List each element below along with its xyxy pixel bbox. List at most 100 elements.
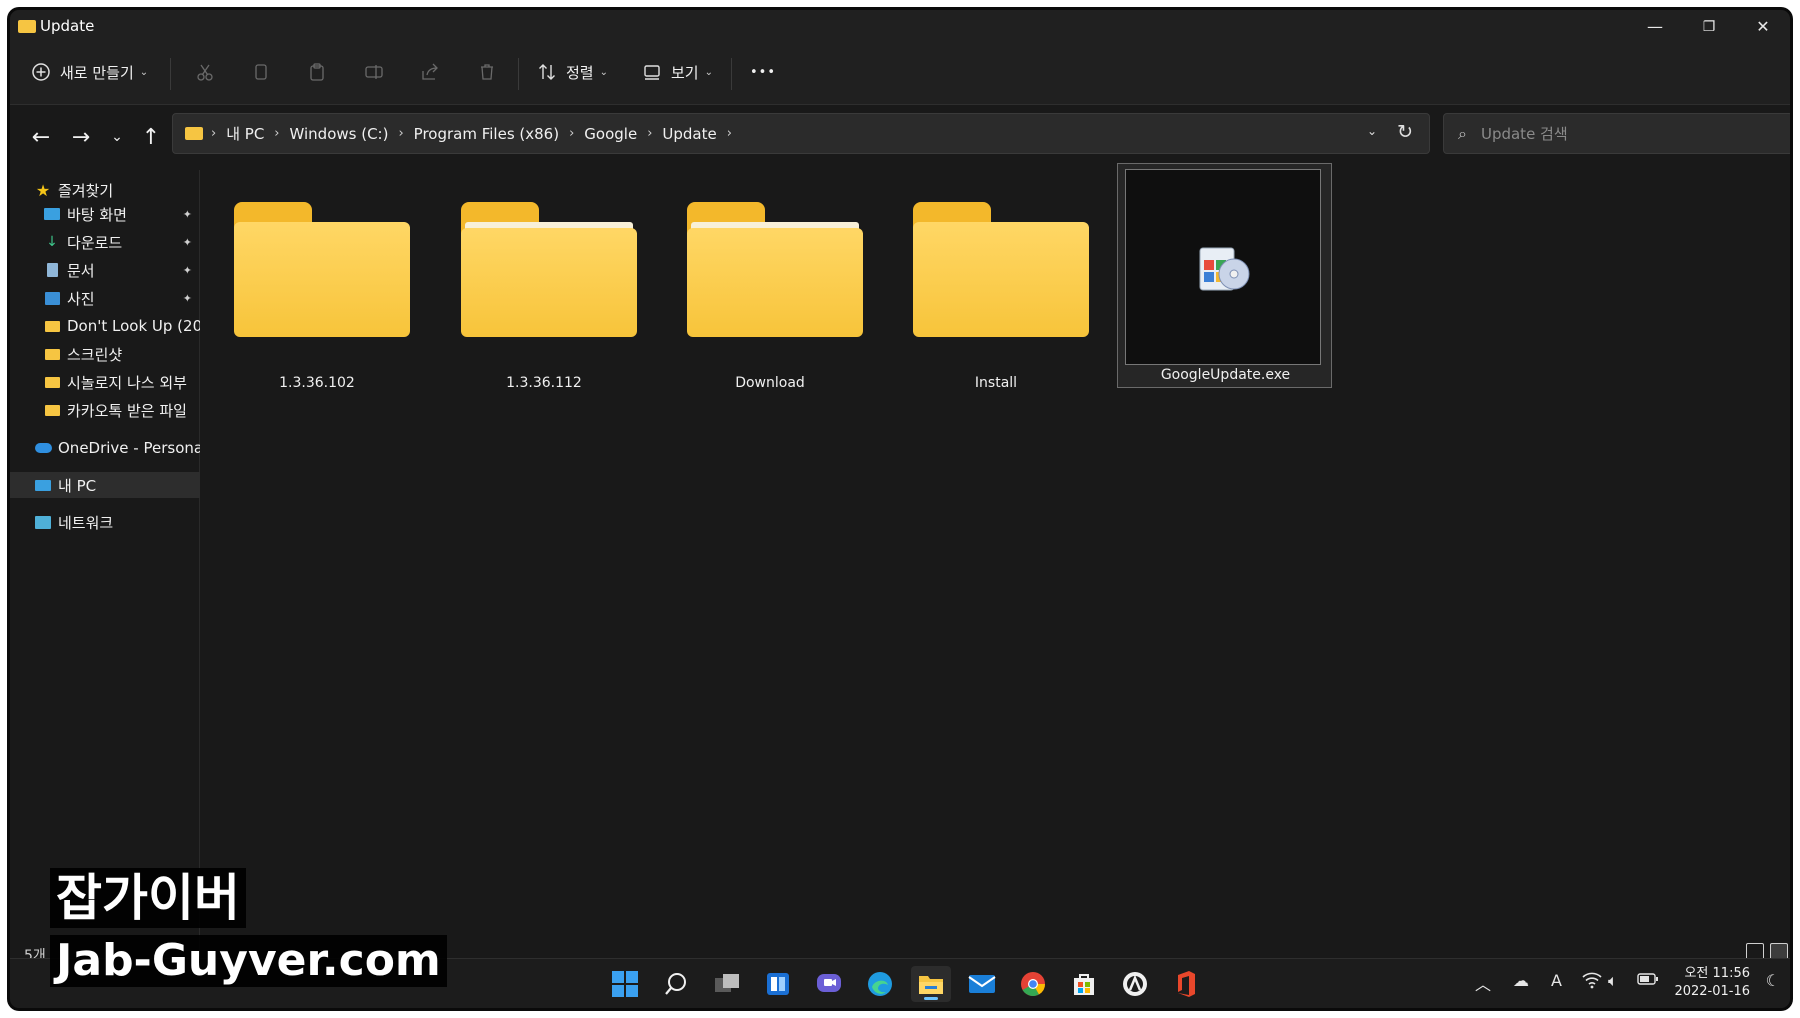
pin-icon[interactable]: ✦ bbox=[183, 236, 192, 249]
address-dropdown-icon[interactable]: ⌄ bbox=[1367, 124, 1377, 138]
sidebar-item-downloads[interactable]: ↓ 다운로드 ✦ bbox=[10, 229, 200, 255]
sidebar-item-label: OneDrive - Personal bbox=[58, 439, 200, 457]
share-icon bbox=[422, 63, 438, 80]
store-icon bbox=[1074, 974, 1094, 995]
breadcrumb-this-pc[interactable]: 내 PC bbox=[226, 123, 264, 144]
restore-button[interactable]: ❐ bbox=[1682, 14, 1736, 40]
sidebar-item-documents[interactable]: 문서 ✦ bbox=[10, 257, 200, 283]
minimize-button[interactable]: — bbox=[1628, 14, 1682, 40]
teams-chat-button[interactable] bbox=[809, 966, 849, 1002]
breadcrumb-google[interactable]: Google bbox=[584, 125, 637, 143]
active-indicator bbox=[924, 997, 938, 1000]
store-button[interactable] bbox=[1064, 966, 1104, 1002]
pin-icon[interactable]: ✦ bbox=[183, 292, 192, 305]
ime-indicator[interactable]: A bbox=[1551, 971, 1562, 990]
more-options-button[interactable]: ••• bbox=[750, 53, 776, 91]
file-explorer-taskbar-button[interactable] bbox=[911, 966, 951, 1002]
battery-icon[interactable] bbox=[1637, 971, 1659, 990]
address-bar[interactable]: › 내 PC › Windows (C:) › Program Files (x… bbox=[172, 113, 1430, 154]
search-box[interactable]: ⌕ Update 검색 bbox=[1443, 113, 1790, 154]
chevron-right-icon[interactable]: › bbox=[569, 126, 574, 141]
chrome-button[interactable] bbox=[1013, 966, 1053, 1002]
sidebar-item-label: 시놀로지 나스 외부 bbox=[67, 373, 187, 392]
file-explorer-window: Update — ❐ ✕ 새로 만들기 ⌄ 정렬 ⌄ 보기 ⌄ ••• ← → … bbox=[10, 10, 1790, 1008]
chevron-right-icon[interactable]: › bbox=[398, 126, 403, 141]
chevron-right-icon[interactable]: › bbox=[274, 126, 279, 141]
widgets-icon bbox=[767, 973, 789, 995]
focus-assist-icon[interactable]: ☾ bbox=[1766, 971, 1780, 990]
wifi-icon[interactable] bbox=[1582, 971, 1602, 993]
pin-icon[interactable]: ✦ bbox=[183, 264, 192, 277]
view-button[interactable]: 보기 ⌄ bbox=[641, 53, 713, 91]
sidebar-quick-access[interactable]: ★ 즐겨찾기 bbox=[10, 177, 200, 203]
delete-button[interactable] bbox=[473, 58, 501, 86]
sidebar-item-network[interactable]: 네트워크 bbox=[10, 509, 200, 535]
sidebar-item-label: 즐겨찾기 bbox=[58, 181, 114, 200]
desktop-icon bbox=[43, 206, 61, 222]
chevron-right-icon[interactable]: › bbox=[727, 126, 732, 141]
rename-button[interactable] bbox=[360, 58, 388, 86]
sidebar-item-desktop[interactable]: 바탕 화면 ✦ bbox=[10, 201, 200, 227]
file-item-folder-1.3.36.102[interactable]: 1.3.36.102 bbox=[212, 170, 422, 395]
file-item-folder-1.3.36.112[interactable]: 1.3.36.112 bbox=[439, 170, 649, 395]
window-frame: Update — ❐ ✕ 새로 만들기 ⌄ 정렬 ⌄ 보기 ⌄ ••• ← → … bbox=[7, 7, 1793, 1011]
mail-icon bbox=[968, 975, 996, 993]
forward-button[interactable]: → bbox=[66, 122, 96, 152]
sidebar-item-dont-look-up[interactable]: Don't Look Up (20 bbox=[10, 313, 200, 339]
widgets-button[interactable] bbox=[758, 966, 798, 1002]
cut-button[interactable] bbox=[191, 58, 219, 86]
start-button[interactable] bbox=[605, 966, 645, 1002]
sidebar-item-synology[interactable]: 시놀로지 나스 외부 bbox=[10, 369, 200, 395]
breadcrumb-program-files[interactable]: Program Files (x86) bbox=[414, 125, 559, 143]
clipboard-icon bbox=[310, 63, 324, 81]
volume-icon[interactable]: 🔈︎ bbox=[1608, 971, 1618, 991]
watermark-url: Jab-Guyver.com bbox=[50, 935, 447, 987]
chevron-right-icon: › bbox=[211, 126, 217, 141]
file-item-folder-download[interactable]: Download bbox=[665, 170, 875, 395]
edge-icon bbox=[868, 972, 892, 996]
breadcrumb-update[interactable]: Update bbox=[662, 125, 716, 143]
file-item-googleupdate-exe[interactable]: GoogleUpdate.exe bbox=[1117, 163, 1332, 388]
close-button[interactable]: ✕ bbox=[1736, 14, 1790, 40]
up-button[interactable]: ↑ bbox=[136, 122, 166, 152]
task-view-button[interactable] bbox=[707, 966, 747, 1002]
breadcrumb-windows-c[interactable]: Windows (C:) bbox=[290, 125, 389, 143]
chat-icon bbox=[817, 974, 841, 992]
copy-button[interactable] bbox=[247, 58, 275, 86]
paste-button[interactable] bbox=[303, 58, 331, 86]
sidebar-item-this-pc[interactable]: 내 PC bbox=[10, 472, 200, 498]
search-taskbar-button[interactable] bbox=[656, 966, 696, 1002]
pin-icon[interactable]: ✦ bbox=[183, 208, 192, 221]
chevron-down-icon: ⌄ bbox=[599, 66, 608, 78]
edge-button[interactable] bbox=[860, 966, 900, 1002]
system-clock[interactable]: 오전 11:56 2022-01-16 bbox=[1674, 965, 1750, 1001]
refresh-icon[interactable]: ↻ bbox=[1397, 121, 1413, 143]
mail-button[interactable] bbox=[962, 966, 1002, 1002]
sidebar-item-pictures[interactable]: 사진 ✦ bbox=[10, 285, 200, 311]
sidebar-item-onedrive[interactable]: OneDrive - Personal bbox=[10, 435, 200, 461]
file-item-folder-install[interactable]: Install bbox=[891, 170, 1101, 395]
share-button[interactable] bbox=[416, 58, 444, 86]
sidebar-item-label: 다운로드 bbox=[67, 233, 123, 252]
office-button[interactable] bbox=[1166, 966, 1206, 1002]
folder-icon bbox=[185, 127, 203, 140]
file-name: Install bbox=[974, 375, 1018, 391]
title-bar[interactable]: Update — ❐ ✕ bbox=[10, 10, 1790, 40]
file-name: Download bbox=[735, 375, 805, 391]
separator bbox=[518, 58, 519, 90]
rename-icon bbox=[365, 65, 383, 79]
onedrive-tray-icon[interactable]: ☁ bbox=[1513, 971, 1529, 990]
new-button[interactable]: 새로 만들기 ⌄ bbox=[30, 53, 148, 91]
sidebar-item-kakaotalk[interactable]: 카카오톡 받은 파일 bbox=[10, 397, 200, 423]
document-icon bbox=[43, 262, 61, 278]
new-label: 새로 만들기 bbox=[60, 63, 134, 82]
sidebar-item-screenshots[interactable]: 스크린샷 bbox=[10, 341, 200, 367]
plus-circle-icon bbox=[30, 61, 52, 83]
chevron-right-icon[interactable]: › bbox=[647, 126, 652, 141]
back-button[interactable]: ← bbox=[26, 122, 56, 152]
sidebar-item-label: 사진 bbox=[67, 289, 95, 308]
recent-locations-button[interactable]: ⌄ bbox=[102, 122, 132, 152]
chevron-up-icon[interactable]: ︿ bbox=[1475, 971, 1491, 995]
app-button[interactable] bbox=[1115, 966, 1155, 1002]
sort-button[interactable]: 정렬 ⌄ bbox=[536, 53, 608, 91]
